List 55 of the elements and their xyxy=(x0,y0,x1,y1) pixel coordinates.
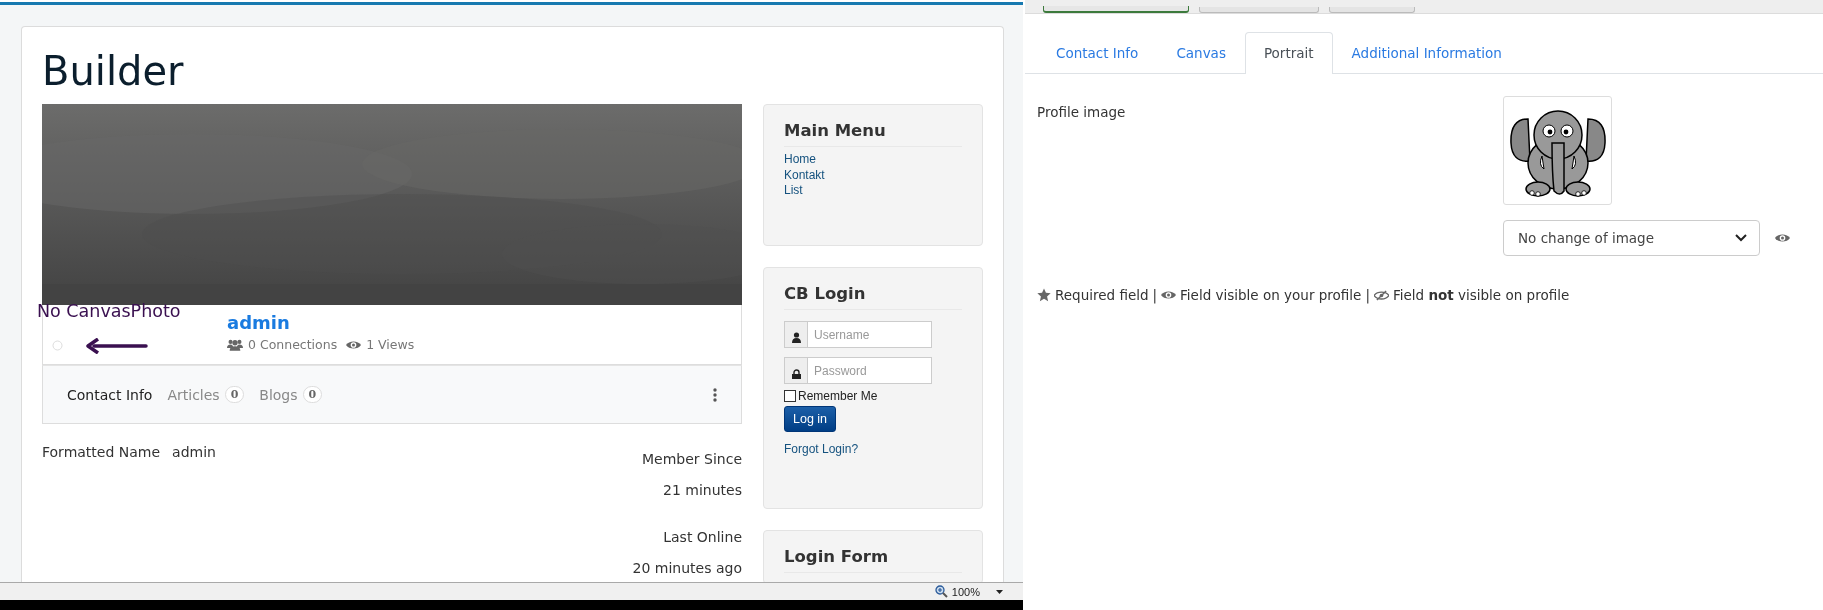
image-action-select[interactable]: No change of image xyxy=(1503,220,1760,256)
zoom-level[interactable]: 100% xyxy=(951,585,980,598)
module-title: Login Form xyxy=(784,545,962,573)
stat-value: 20 minutes ago xyxy=(632,559,742,578)
count-badge: 0 xyxy=(302,386,323,403)
toolbar-button[interactable] xyxy=(1043,6,1189,13)
views-count: 1 Views xyxy=(366,337,415,352)
avatar-icon xyxy=(52,340,63,351)
eye-icon xyxy=(346,339,362,350)
star-icon xyxy=(1037,288,1051,302)
tab[interactable]: Portrait xyxy=(1244,32,1333,74)
profile-tab[interactable]: Blogs 0 xyxy=(259,386,323,403)
forgot-login-link[interactable]: Forgot Login? xyxy=(784,442,859,458)
eye-icon xyxy=(1161,290,1177,300)
module-title: CB Login xyxy=(784,282,962,310)
separator-text: | xyxy=(1152,287,1158,303)
zoom-icon[interactable] xyxy=(934,585,948,598)
module-title: Main Menu xyxy=(784,119,962,147)
stat-label: Last Online xyxy=(663,528,742,547)
legend-text: Required field xyxy=(1055,287,1149,303)
tab[interactable]: Contact Info xyxy=(1037,32,1158,73)
count-badge: 0 xyxy=(224,386,245,403)
input-field[interactable]: Password xyxy=(808,357,932,384)
user-icon xyxy=(791,332,801,343)
separator-text: | xyxy=(1365,287,1370,303)
login-button[interactable]: Log in xyxy=(784,406,837,432)
stat-value: 21 minutes xyxy=(663,481,742,500)
input-field[interactable]: Username xyxy=(808,321,932,348)
menu-link[interactable]: Home xyxy=(784,152,816,168)
field-label: Profile image xyxy=(1037,104,1127,122)
page-title: Builder xyxy=(42,47,185,95)
stat-label: Member Since xyxy=(642,450,742,469)
legend-text: Field not visible on profile xyxy=(1392,287,1570,303)
user-name[interactable]: admin xyxy=(227,311,290,335)
legend-text: Field visible on your profile xyxy=(1180,287,1362,303)
users-icon xyxy=(227,338,243,351)
field-value: admin xyxy=(172,444,216,462)
menu-link[interactable]: List xyxy=(784,183,803,199)
profile-tab[interactable]: Articles 0 xyxy=(167,386,245,403)
annotation-text: No CanvasPhoto xyxy=(37,301,181,321)
menu-link[interactable]: Kontakt xyxy=(784,167,825,183)
field-label: Formatted Name xyxy=(42,444,161,462)
caret-icon[interactable] xyxy=(996,589,1003,594)
eye-slash-icon xyxy=(1373,289,1389,301)
connections-count: 0 Connections xyxy=(248,337,338,352)
chevron-down-icon xyxy=(1735,234,1747,242)
profile-tab[interactable]: Contact Info xyxy=(67,386,153,403)
lock-icon xyxy=(791,369,801,379)
checkbox[interactable] xyxy=(784,390,796,402)
annotation-arrow xyxy=(86,338,148,354)
tab[interactable]: Additional Information xyxy=(1332,32,1521,73)
more-icon[interactable] xyxy=(713,387,717,402)
eye-icon xyxy=(1775,233,1790,243)
tab[interactable]: Canvas xyxy=(1157,32,1245,73)
checkbox-label: Remember Me xyxy=(798,389,878,403)
